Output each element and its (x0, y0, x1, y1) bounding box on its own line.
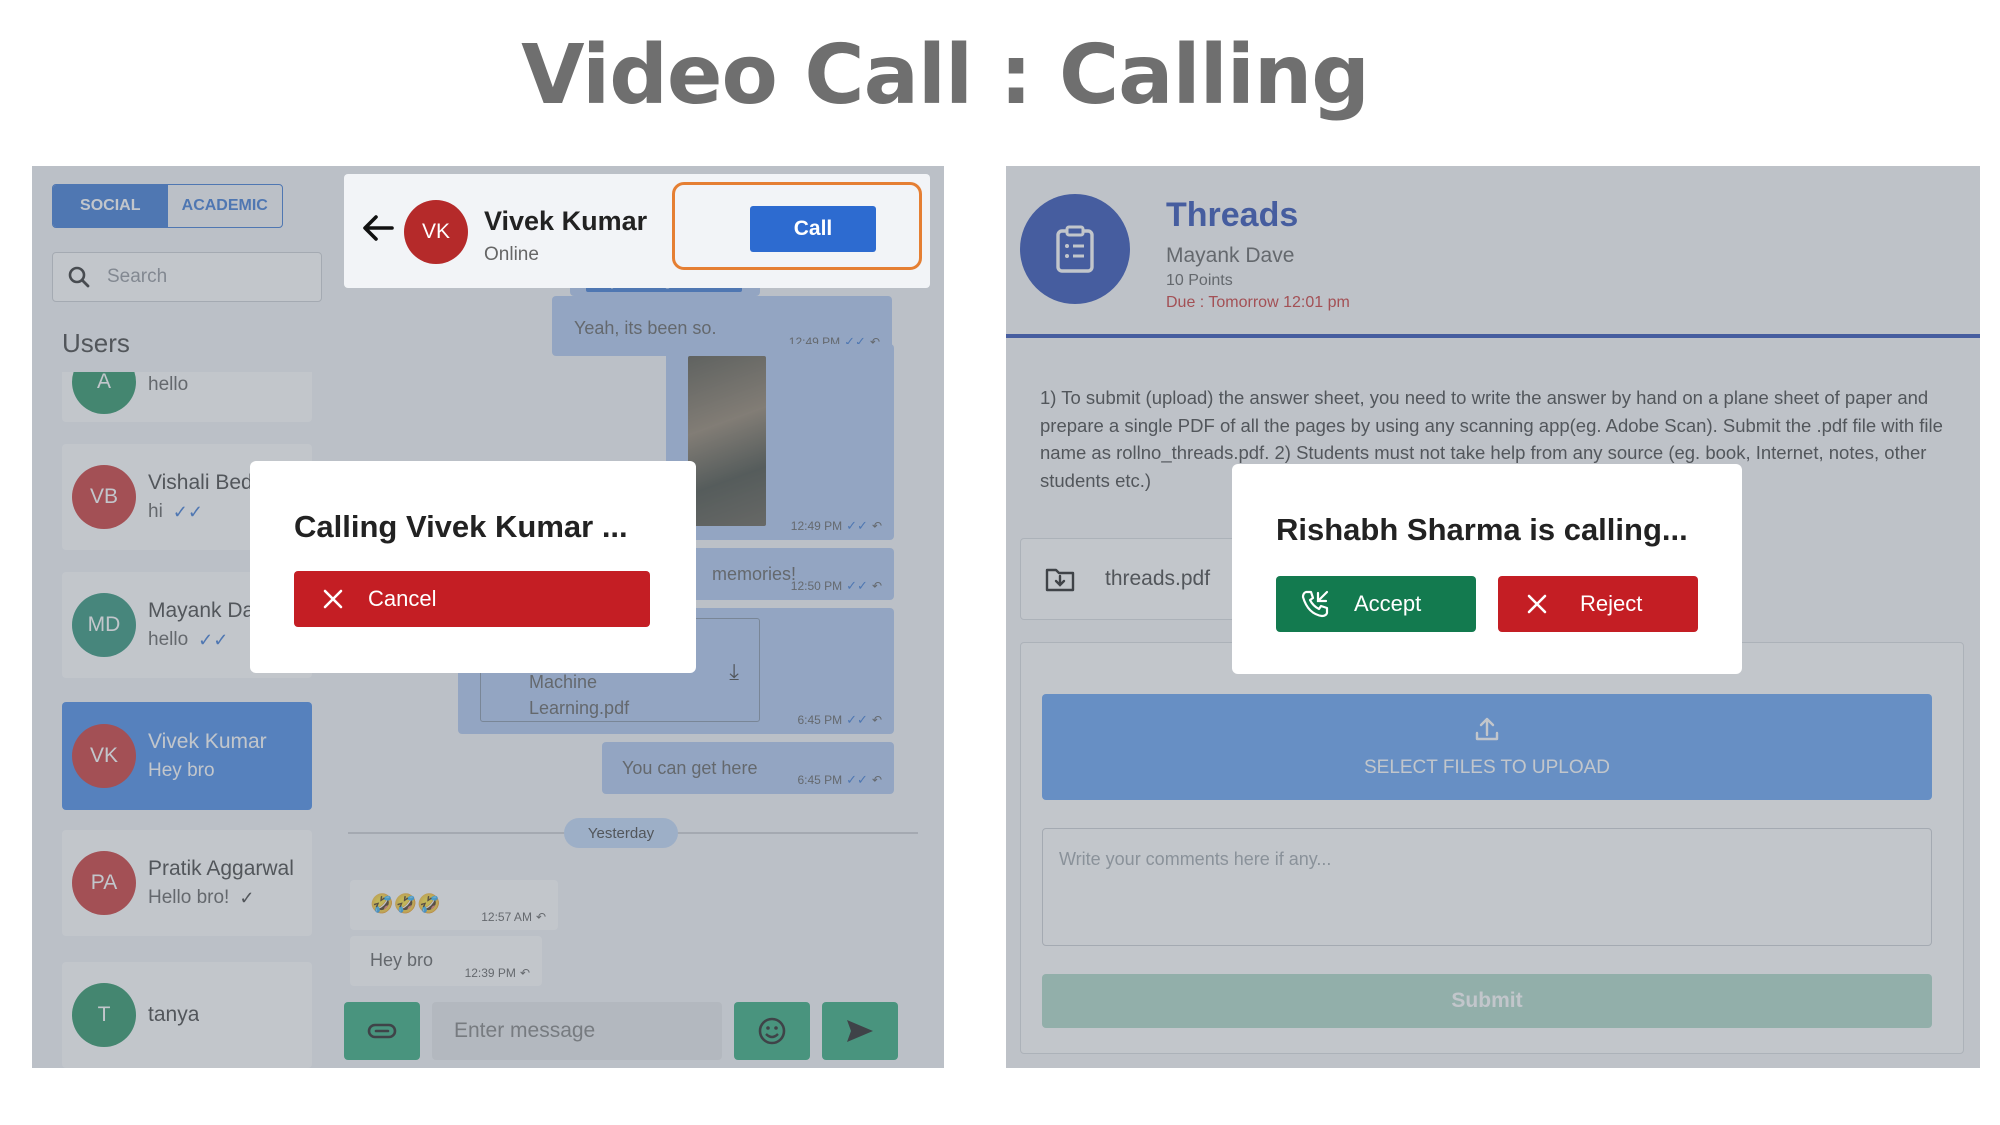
classroom-panel: Threads Mayank Dave 10 Points Due : Tomo… (1006, 166, 1980, 1068)
contact-avatar: VK (404, 200, 468, 264)
contact-status: Online (484, 244, 539, 265)
chat-app-panel: SOCIAL ACADEMIC Search Users A hello VB … (32, 166, 944, 1068)
cancel-label: Cancel (368, 586, 437, 611)
dialog-title: Rishabh Sharma is calling... (1276, 512, 1688, 547)
contact-name: Vivek Kumar (484, 206, 648, 236)
incoming-call-dialog: Rishabh Sharma is calling... Accept Reje… (1232, 464, 1742, 674)
dialog-title: Calling Vivek Kumar ... (294, 509, 628, 544)
call-button-highlight (672, 182, 922, 270)
accept-label: Accept (1354, 591, 1422, 616)
reject-label: Reject (1580, 591, 1643, 616)
accept-call-button[interactable]: Accept (1276, 576, 1476, 632)
close-icon (1527, 594, 1547, 614)
back-arrow-icon[interactable] (362, 214, 394, 242)
outgoing-call-dialog: Calling Vivek Kumar ... Cancel (250, 461, 696, 673)
reject-call-button[interactable]: Reject (1498, 576, 1698, 632)
close-icon (323, 589, 343, 609)
slide-title: Video Call : Calling (521, 28, 1370, 123)
cancel-call-button[interactable]: Cancel (294, 571, 650, 627)
phone-incoming-icon (1301, 590, 1329, 618)
